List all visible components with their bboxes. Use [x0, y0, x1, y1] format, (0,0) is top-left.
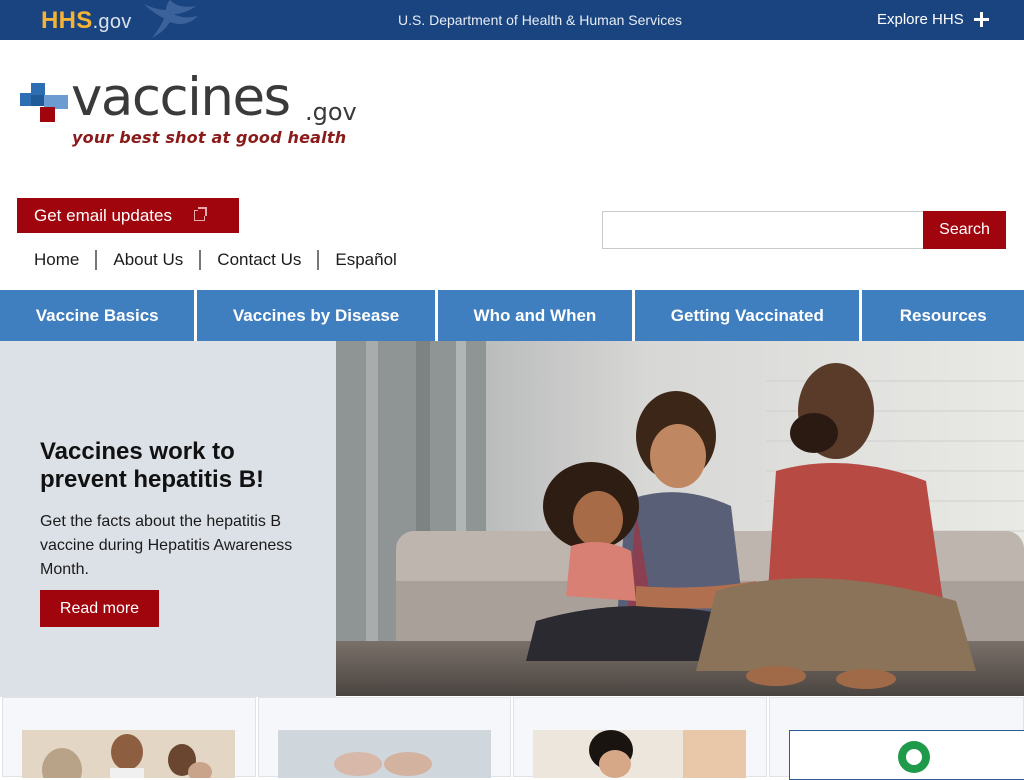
nav-link-home[interactable]: Home: [34, 250, 79, 270]
search-input[interactable]: [602, 211, 924, 249]
feature-card[interactable]: [513, 697, 767, 778]
main-nav-vaccine-basics[interactable]: Vaccine Basics: [0, 290, 195, 341]
hero-description: Get the facts about the hepatitis B vacc…: [40, 513, 293, 578]
plus-icon: [973, 12, 989, 27]
search-button[interactable]: Search: [923, 211, 1006, 249]
feature-card[interactable]: [2, 697, 256, 778]
nav-divider: [317, 250, 320, 270]
hhs-department-name: U.S. Department of Health & Human Servic…: [397, 12, 682, 28]
utility-nav: Home About Us Contact Us Español: [34, 250, 397, 270]
logo-tagline: your best shot at good health: [72, 128, 347, 147]
logo-squares-icon: [20, 83, 68, 122]
nav-link-about-us[interactable]: About Us: [113, 250, 183, 270]
location-pin-icon: [898, 741, 930, 773]
hero-family-photo: [336, 341, 1024, 696]
logo-wordmark: vaccines: [71, 67, 291, 128]
nav-divider: [95, 250, 98, 270]
main-nav-getting-vaccinated[interactable]: Getting Vaccinated: [635, 290, 860, 341]
card-image: [533, 730, 746, 778]
card-image: [278, 730, 491, 778]
nav-divider: [199, 250, 202, 270]
family-photo-illustration: [336, 341, 1024, 696]
card-image: [22, 730, 235, 778]
vaccines-gov-logo[interactable]: vaccines .gov your best shot at good hea…: [18, 68, 378, 162]
nav-link-contact-us[interactable]: Contact Us: [217, 250, 301, 270]
external-link-icon: [194, 207, 207, 221]
vaccine-finder-widget[interactable]: [789, 730, 1024, 780]
main-nav-who-and-when[interactable]: Who and When: [437, 290, 633, 341]
email-updates-label: Get email updates: [34, 205, 172, 225]
hero-title: Vaccines work to prevent hepatitis B!: [40, 438, 265, 493]
main-nav-resources[interactable]: Resources: [862, 290, 1024, 341]
main-nav-vaccines-by-disease[interactable]: Vaccines by Disease: [197, 290, 435, 341]
read-more-button[interactable]: Read more: [40, 590, 159, 627]
hhs-header-bar: HHS.gov U.S. Department of Health & Huma…: [0, 0, 1024, 40]
logo-dotgov: .gov: [305, 98, 357, 126]
explore-hhs-toggle[interactable]: Explore HHS: [877, 11, 989, 28]
explore-hhs-label: Explore HHS: [877, 11, 964, 28]
main-nav: Vaccine Basics Vaccines by Disease Who a…: [0, 290, 1024, 341]
email-updates-button[interactable]: Get email updates: [17, 198, 239, 233]
nav-link-espanol[interactable]: Español: [335, 250, 396, 270]
feature-card[interactable]: [258, 697, 511, 778]
